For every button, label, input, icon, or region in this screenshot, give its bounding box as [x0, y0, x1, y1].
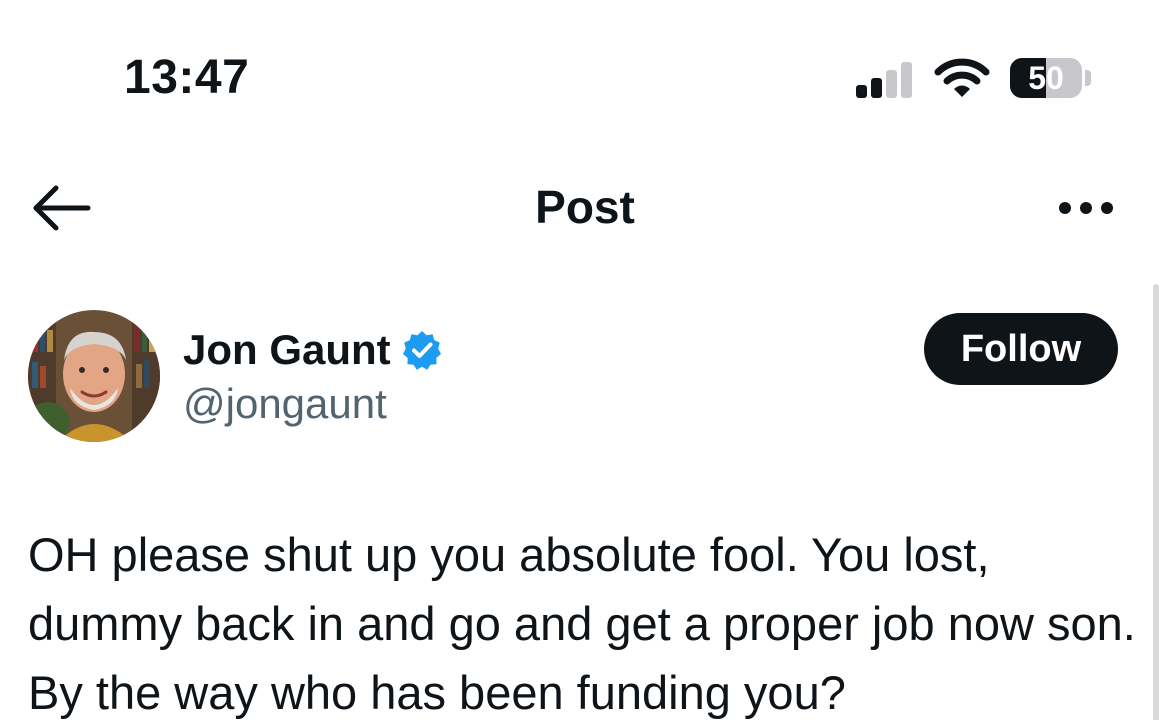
- avatar[interactable]: [28, 310, 160, 442]
- author-handle[interactable]: @jongaunt: [183, 380, 387, 428]
- page-title: Post: [535, 181, 635, 233]
- author-display-name[interactable]: Jon Gaunt: [183, 326, 391, 374]
- status-bar-time: 13:47: [124, 51, 250, 104]
- follow-button[interactable]: Follow: [924, 313, 1118, 385]
- verified-badge-icon: [402, 331, 441, 370]
- battery-level: 50: [1028, 60, 1064, 96]
- post-text: OH please shut up you absolute fool. You…: [28, 528, 1136, 719]
- battery-icon: 50: [1010, 58, 1082, 98]
- wifi-icon: [934, 58, 990, 97]
- scrollbar[interactable]: [1153, 284, 1159, 720]
- more-options-icon[interactable]: [1056, 194, 1116, 222]
- author-name-row: Jon Gaunt: [183, 326, 443, 374]
- battery-nub: [1085, 70, 1091, 86]
- cellular-signal-icon: [856, 58, 914, 98]
- post-screen: 13:47 50 Post Jon Gaunt @jongaunt Follow…: [0, 0, 1170, 720]
